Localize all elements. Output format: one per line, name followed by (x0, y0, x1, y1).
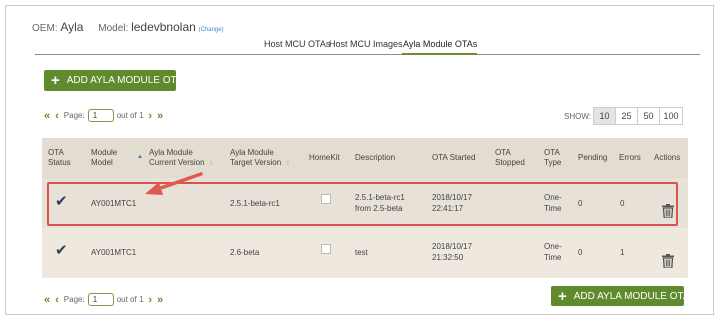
tab-host-mcu-otas[interactable]: Host MCU OTAs (264, 39, 330, 49)
col-label: HomeKit (309, 153, 340, 162)
next-page-icon[interactable]: › (148, 110, 152, 122)
col-description[interactable]: Description (355, 153, 395, 163)
last-page-icon[interactable]: » (157, 110, 163, 122)
pagination-bottom: « ‹ Page: out of 1 › » (44, 293, 163, 306)
description-cell: test (355, 248, 368, 257)
sort-asc-icon: ▲ (137, 154, 143, 160)
col-label: Ayla Module Target Version (230, 148, 282, 167)
ota-panel: OEM: Ayla Model: ledevbnolan (Change) Ho… (5, 5, 714, 315)
check-icon: ✔ (55, 242, 68, 259)
ota-started-cell: 2018/10/17 21:32:50 (432, 242, 473, 262)
annotation-arrow-icon (145, 172, 203, 195)
col-label: Pending (578, 153, 608, 162)
col-label: Actions (654, 153, 681, 162)
module-model-cell: AY001MTC1 (91, 248, 137, 257)
col-ota-stopped[interactable]: OTA Stopped (495, 148, 525, 168)
page-size-50[interactable]: 50 (636, 107, 660, 125)
model-value: ledevbnolan (131, 20, 196, 34)
show-label: SHOW: (564, 111, 591, 121)
tab-divider (35, 54, 700, 55)
first-page-icon[interactable]: « (44, 294, 50, 306)
col-label: OTA Stopped (495, 148, 525, 167)
col-label: Description (355, 153, 396, 162)
prev-page-icon[interactable]: ‹ (55, 110, 59, 122)
col-homekit[interactable]: HomeKit (309, 153, 340, 163)
col-ota-type[interactable]: OTA Type (544, 148, 561, 168)
tab-ayla-module-otas[interactable]: Ayla Module OTAs (403, 39, 477, 49)
col-label: Errors (619, 153, 641, 162)
prev-page-icon[interactable]: ‹ (55, 294, 59, 306)
page-of-label: out of 1 (116, 111, 144, 120)
sort-icon: ⇕ (285, 161, 291, 167)
col-errors[interactable]: Errors (619, 153, 641, 163)
page-size-10[interactable]: 10 (592, 107, 616, 125)
plus-icon: + (558, 287, 567, 305)
table-row[interactable]: ✔ AY001MTC1 2.6-beta test 2018/10/17 21:… (42, 228, 688, 278)
model-label: Model: (98, 23, 129, 34)
oem-model-header: OEM: Ayla Model: ledevbnolan (Change) (32, 20, 224, 34)
page-label: Page: (63, 111, 85, 120)
trash-icon[interactable] (662, 254, 674, 268)
change-model-link[interactable]: (Change) (199, 27, 224, 33)
oem-value: Ayla (60, 20, 84, 34)
col-label: OTA Started (432, 153, 476, 162)
col-actions: Actions (654, 153, 680, 163)
highlight-box (47, 182, 678, 226)
add-button-label: ADD AYLA MODULE OTA (573, 290, 690, 302)
add-button-label: ADD AYLA MODULE OTA (66, 75, 183, 86)
col-label: Ayla Module Current Version (149, 148, 205, 167)
pending-cell: 0 (578, 248, 583, 257)
page-input[interactable] (87, 293, 114, 306)
page-label: Page: (63, 295, 85, 304)
add-ayla-module-ota-button-top[interactable]: + ADD AYLA MODULE OTA (44, 70, 183, 91)
table-header: OTA Status Module Model ▲ Ayla Module Cu… (42, 138, 688, 178)
active-tab-indicator (402, 53, 477, 55)
page-size-100[interactable]: 100 (658, 107, 683, 125)
next-page-icon[interactable]: › (148, 294, 152, 306)
col-current-version[interactable]: Ayla Module Current Version ⇕ (149, 148, 214, 169)
tab-host-mcu-images[interactable]: Host MCU Images (329, 39, 403, 49)
page-of-label: out of 1 (116, 295, 144, 304)
target-version-cell: 2.6-beta (230, 248, 260, 257)
add-ayla-module-ota-button-bottom[interactable]: + ADD AYLA MODULE OTA (551, 286, 690, 306)
ota-type-cell: One- Time (544, 242, 562, 262)
page-size-selector: SHOW: 10 25 50 100 (564, 107, 683, 125)
col-ota-status[interactable]: OTA Status (48, 148, 71, 168)
col-label: OTA Type (544, 148, 562, 167)
page-input[interactable] (87, 109, 114, 122)
plus-icon: + (51, 72, 60, 89)
sort-icon: ⇕ (208, 161, 214, 167)
oem-label: OEM: (32, 23, 58, 34)
col-label: Module Model (91, 148, 118, 167)
col-target-version[interactable]: Ayla Module Target Version ⇕ (230, 148, 290, 169)
col-module-model[interactable]: Module Model (91, 148, 117, 168)
col-label: OTA Status (48, 148, 71, 167)
last-page-icon[interactable]: » (157, 294, 163, 306)
errors-cell: 1 (620, 248, 625, 257)
homekit-checkbox[interactable] (321, 244, 331, 254)
page-size-25[interactable]: 25 (614, 107, 638, 125)
pagination-top: « ‹ Page: out of 1 › » (44, 109, 163, 122)
col-ota-started[interactable]: OTA Started (432, 153, 475, 163)
ota-tabs: Host MCU OTAs Host MCU Images Ayla Modul… (6, 36, 715, 56)
col-pending[interactable]: Pending (578, 153, 607, 163)
first-page-icon[interactable]: « (44, 110, 50, 122)
